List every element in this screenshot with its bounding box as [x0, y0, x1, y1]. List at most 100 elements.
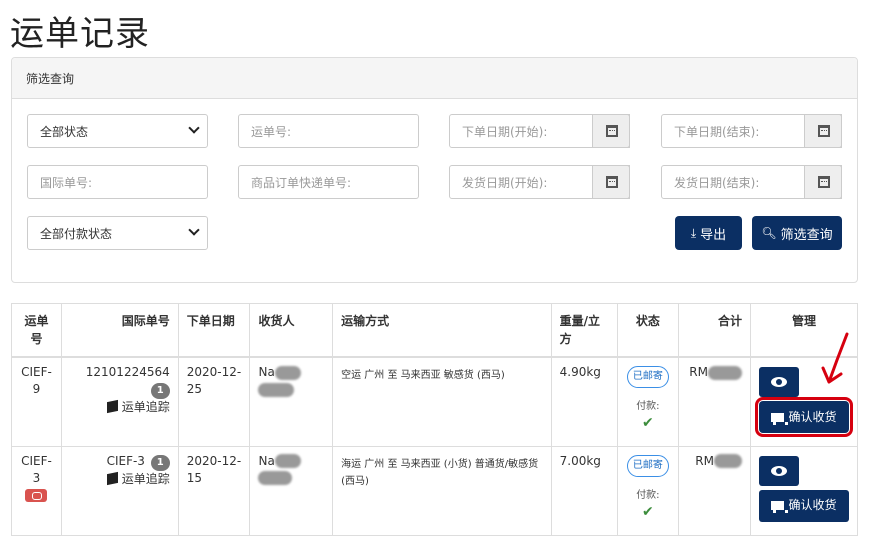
total-currency: RM: [695, 453, 714, 468]
confirm-receipt-label: 确认收货: [788, 498, 837, 512]
ship-date-end-calendar-button[interactable]: [804, 165, 842, 199]
col-method: 运输方式: [332, 303, 552, 358]
redacted-mark: [707, 365, 742, 380]
weight-cell: 4.90kg: [550, 356, 618, 447]
truck-icon: [771, 501, 789, 513]
method-cell: 空运 广州 至 马来西亚 敏感货 (西马): [332, 356, 552, 447]
truck-icon: [771, 412, 789, 425]
count-badge: 1: [150, 454, 170, 471]
order-date-end-calendar-button[interactable]: [804, 114, 842, 148]
download-icon: ⤓: [690, 225, 697, 240]
redacted-mark: [258, 382, 295, 397]
ship-date-end-group: 发货日期(结束):: [661, 165, 842, 199]
date-cell: 2020-12-15: [177, 445, 251, 536]
status-select[interactable]: 全部状态: [27, 114, 208, 148]
col-consignee: 收货人: [249, 303, 334, 358]
ship-date-start-group: 发货日期(开始):: [449, 165, 630, 199]
ship-date-end-placeholder: 发货日期(结束):: [674, 176, 760, 190]
consignee-name: Na: [258, 365, 275, 379]
waybill-cell: CIEF-9: [11, 356, 62, 447]
status-select-value: 全部状态: [40, 125, 89, 139]
filter-panel-heading: 筛选查询: [12, 58, 857, 99]
table-row: CIEF-9 12101224564 1 运单追踪 2020-12-25 Na …: [11, 356, 859, 447]
calendar-icon: [606, 125, 618, 137]
eye-icon: [770, 377, 787, 387]
status-badge: 已邮寄: [626, 366, 669, 388]
intl-no-cell: 12101224564 1 运单追踪: [60, 356, 179, 447]
total-cell: RM: [678, 356, 751, 447]
track-label: 运单追踪: [121, 400, 170, 414]
waybill-no: CIEF-3: [21, 453, 52, 485]
track-link[interactable]: 运单追踪: [106, 399, 170, 414]
intl-no-placeholder: 国际单号:: [40, 176, 93, 190]
method-cell: 海运 广州 至 马来西亚 (小货) 普通货/敏感货 (西马): [332, 445, 552, 536]
table-row: CIEF-3 CIEF-3 1 运单追踪 2020-12-15 Na 海运 广州…: [11, 445, 859, 536]
confirm-receipt-label: 确认收货: [788, 409, 837, 424]
date-cell: 2020-12-25: [177, 356, 251, 447]
col-weight: 重量/立方: [550, 303, 618, 358]
message-icon[interactable]: [25, 488, 48, 502]
col-status: 状态: [616, 303, 680, 358]
check-icon: ✔: [642, 503, 654, 520]
calendar-icon: [818, 176, 830, 188]
col-waybill: 运单号: [11, 303, 62, 358]
redacted-mark: [258, 471, 293, 485]
waybill-table: 运单号 国际单号 下单日期 收货人 运输方式 重量/立方 状态 合计 管理 CI…: [11, 303, 859, 536]
status-cell: 已邮寄 付款: ✔: [616, 445, 680, 536]
consignee-name: Na: [258, 453, 275, 468]
intl-no: CIEF-3: [106, 453, 145, 468]
chevron-down-icon: [188, 122, 200, 134]
waybill-input[interactable]: 运单号:: [238, 114, 419, 148]
check-icon: ✔: [642, 415, 654, 431]
view-button[interactable]: [758, 455, 799, 486]
cube-icon: [106, 399, 118, 414]
status-cell: 已邮寄 付款: ✔: [616, 356, 680, 447]
order-date-start-placeholder: 下单日期(开始):: [462, 125, 548, 139]
redacted-mark: [274, 365, 301, 380]
search-button[interactable]: 🔍︎ 筛选查询: [752, 216, 842, 250]
calendar-icon: [818, 125, 830, 137]
count-badge: 1: [150, 383, 170, 399]
total-currency: RM: [689, 365, 708, 379]
order-date-start-group: 下单日期(开始):: [449, 114, 630, 148]
payment-label: 付款:: [636, 401, 660, 412]
col-total: 合计: [678, 303, 751, 358]
status-badge: 已邮寄: [626, 454, 669, 477]
chevron-down-icon: [188, 224, 200, 236]
payment-label: 付款:: [636, 489, 660, 501]
calendar-icon: [606, 176, 618, 188]
waybill-cell: CIEF-3: [11, 445, 62, 536]
order-date-start-calendar-button[interactable]: [592, 114, 630, 148]
track-link[interactable]: 运单追踪: [106, 471, 170, 486]
total-cell: RM: [678, 445, 751, 536]
ship-date-start-calendar-button[interactable]: [592, 165, 630, 199]
track-label: 运单追踪: [121, 471, 170, 486]
filter-panel: 筛选查询 全部状态 运单号: 下单日期(开始): 下单日期(结束): 国际单号:…: [11, 57, 858, 283]
confirm-receipt-button[interactable]: 确认收货: [754, 397, 853, 437]
manage-cell: 确认收货: [749, 445, 859, 536]
intl-no-cell: CIEF-3 1 运单追踪: [60, 445, 179, 536]
confirm-receipt-button[interactable]: 确认收货: [758, 489, 849, 522]
payment-status-select[interactable]: 全部付款状态: [27, 216, 208, 250]
export-button-label: 导出: [700, 227, 727, 243]
redacted-mark: [274, 454, 301, 468]
ship-date-start-placeholder: 发货日期(开始):: [462, 176, 548, 190]
page-title: 运单记录: [10, 14, 150, 54]
col-date: 下单日期: [177, 303, 251, 358]
table-header-row: 运单号 国际单号 下单日期 收货人 运输方式 重量/立方 状态 合计 管理: [11, 303, 859, 358]
express-no-placeholder: 商品订单快递单号:: [251, 176, 352, 190]
eye-icon: [770, 465, 787, 476]
order-date-end-group: 下单日期(结束):: [661, 114, 842, 148]
col-intl-no: 国际单号: [60, 303, 179, 358]
waybill-input-placeholder: 运单号:: [251, 125, 292, 139]
view-button[interactable]: [758, 367, 799, 397]
consignee-cell: Na: [249, 356, 334, 447]
cube-icon: [106, 471, 118, 485]
annotation-arrow-icon: [821, 332, 849, 384]
order-date-end-placeholder: 下单日期(结束):: [674, 125, 760, 139]
payment-select-value: 全部付款状态: [40, 227, 113, 241]
search-button-label: 筛选查询: [780, 227, 833, 243]
express-no-input[interactable]: 商品订单快递单号:: [238, 165, 419, 199]
intl-no-input[interactable]: 国际单号:: [27, 165, 208, 199]
export-button[interactable]: ⤓ 导出: [675, 216, 742, 250]
